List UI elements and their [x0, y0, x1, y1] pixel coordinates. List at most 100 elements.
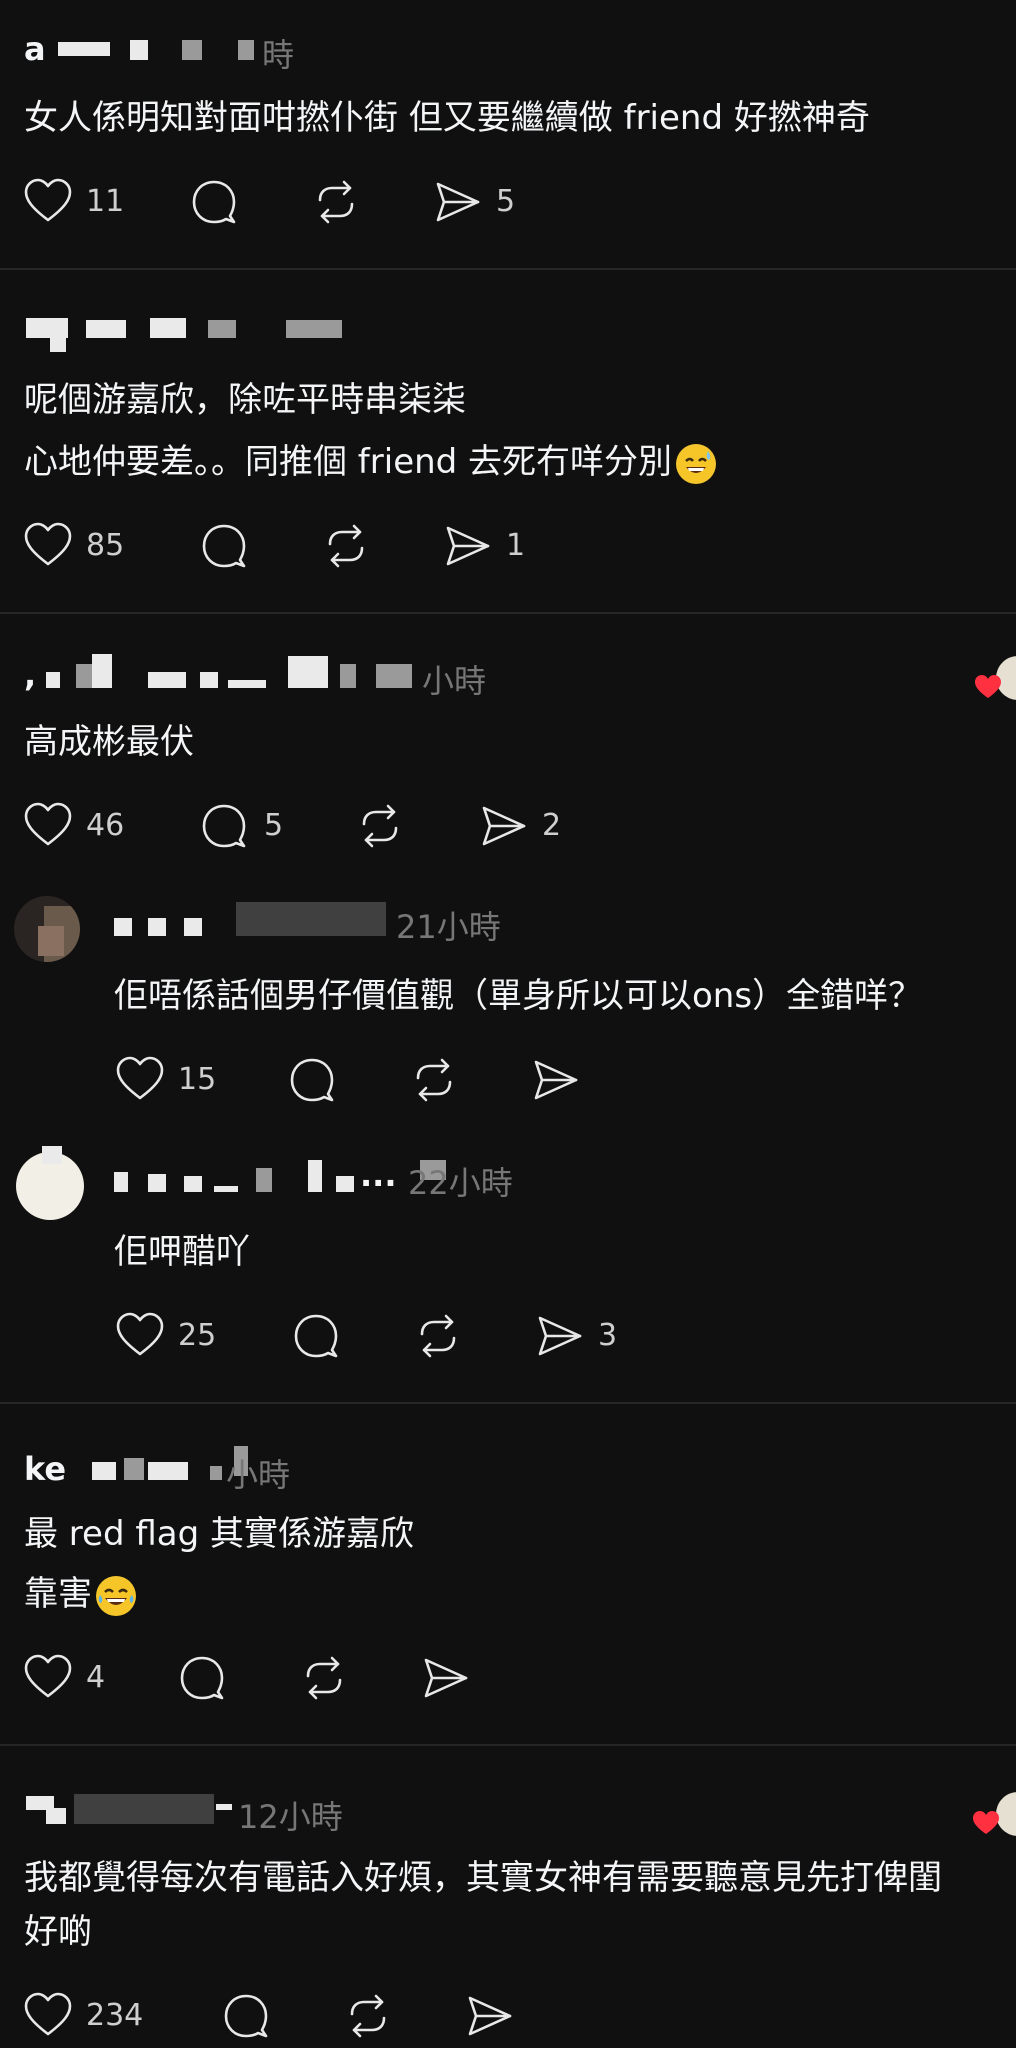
- heart-badge-icon: [975, 675, 1001, 698]
- share-icon[interactable]: [420, 1652, 472, 1704]
- divider: [0, 268, 1016, 270]
- redacted-username: [336, 1176, 354, 1192]
- redacted-username: [182, 40, 202, 60]
- comment-icon[interactable]: [290, 1310, 342, 1362]
- redacted-username: [216, 1804, 232, 1810]
- reply-count: 5: [264, 808, 284, 843]
- timestamp: 21小時: [396, 908, 501, 946]
- divider: [0, 1402, 1016, 1404]
- repost-icon[interactable]: [298, 1652, 350, 1704]
- redacted-username: [92, 654, 112, 688]
- post-text: 靠害: [24, 1564, 136, 1624]
- redacted-username: [58, 42, 110, 56]
- share-icon[interactable]: [464, 1990, 516, 2042]
- username[interactable]: ,: [24, 656, 36, 694]
- redacted-username: [184, 918, 202, 936]
- redacted-username: [124, 1458, 144, 1480]
- sweat-smile-emoji: [676, 443, 717, 484]
- redacted-username: [288, 656, 328, 688]
- redacted-username: [50, 338, 66, 352]
- redacted-avatar: [42, 1146, 62, 1164]
- redacted-username: [208, 320, 236, 338]
- share-count: 2: [542, 808, 562, 843]
- redacted-username: [184, 1176, 202, 1192]
- like-count: 11: [86, 184, 125, 219]
- post-text-line: 靠害: [24, 1574, 92, 1614]
- username[interactable]: ...: [360, 1156, 396, 1194]
- heart-icon[interactable]: [22, 1652, 74, 1704]
- timestamp: 22小時: [408, 1164, 513, 1202]
- heart-icon[interactable]: [22, 176, 74, 228]
- redacted-username: [308, 1160, 322, 1192]
- post-text: 我都覺得每次有電話入好煩，其實女神有需要聽意見先打俾閨: [24, 1858, 942, 1898]
- redacted-username: [256, 1168, 272, 1192]
- share-icon[interactable]: [534, 1310, 586, 1362]
- post-text: 佢呷醋吖: [114, 1232, 250, 1272]
- heart-icon[interactable]: [114, 1054, 166, 1106]
- username[interactable]: ke: [24, 1450, 66, 1488]
- redacted-username: [150, 318, 186, 338]
- post-text: 最 red flag 其實係游嘉欣: [24, 1514, 414, 1554]
- post-text: 呢個游嘉欣，除咗平時串柒柒: [24, 380, 466, 420]
- avatar[interactable]: [14, 896, 80, 962]
- like-count: 25: [178, 1318, 217, 1353]
- heart-icon[interactable]: [114, 1310, 166, 1362]
- redacted-username: [148, 1174, 166, 1192]
- redacted-username: [76, 664, 92, 688]
- repost-icon[interactable]: [354, 800, 406, 852]
- heart-icon[interactable]: [22, 800, 74, 852]
- redacted-username: [92, 1462, 116, 1480]
- comment-icon[interactable]: [198, 520, 250, 572]
- like-count: 4: [86, 1660, 106, 1695]
- post-text: 心地仲要差。。同推個 friend 去死冇咩分別: [24, 432, 717, 492]
- redacted-username: [214, 1186, 238, 1192]
- redacted-username: [340, 664, 356, 688]
- redacted-username: [376, 664, 412, 688]
- heart-icon[interactable]: [22, 520, 74, 572]
- repost-icon[interactable]: [342, 1990, 394, 2042]
- like-count: 234: [86, 1998, 144, 2033]
- like-count: 85: [86, 528, 125, 563]
- comment-icon[interactable]: [188, 176, 240, 228]
- share-count: 1: [506, 528, 526, 563]
- heart-icon[interactable]: [22, 1990, 74, 2042]
- redacted-username: [148, 1462, 188, 1480]
- redacted-username: [46, 1808, 66, 1824]
- redacted-username: [200, 672, 218, 688]
- divider: [0, 612, 1016, 614]
- share-icon[interactable]: [478, 800, 530, 852]
- redacted-username: [74, 1794, 214, 1824]
- heart-badge-icon: [973, 1811, 999, 1834]
- username[interactable]: a: [24, 30, 46, 68]
- timestamp: 小時: [422, 662, 487, 700]
- redacted-username: [130, 40, 148, 60]
- redacted-username: [148, 918, 166, 936]
- redacted-username: [114, 1172, 128, 1192]
- redacted-username: [26, 318, 68, 338]
- redacted-username: [238, 40, 254, 60]
- repost-icon[interactable]: [412, 1310, 464, 1362]
- timestamp: 12小時: [238, 1798, 343, 1836]
- repost-icon[interactable]: [320, 520, 372, 572]
- comment-icon[interactable]: [286, 1054, 338, 1106]
- post-text: 女人係明知對面咁撚仆街 但又要繼續做 friend 好撚神奇: [24, 98, 870, 138]
- redacted-username: [114, 918, 132, 936]
- comment-icon[interactable]: [220, 1990, 272, 2042]
- comment-icon[interactable]: [176, 1652, 228, 1704]
- post-text: 好啲: [24, 1912, 92, 1952]
- post-text-line: 心地仲要差。。同推個 friend 去死冇咩分別: [24, 442, 673, 482]
- redacted-username: [210, 1466, 222, 1480]
- share-icon[interactable]: [442, 520, 494, 572]
- like-count: 46: [86, 808, 125, 843]
- divider: [0, 1744, 1016, 1746]
- redacted-username: [236, 902, 386, 936]
- comment-icon[interactable]: [198, 800, 250, 852]
- repost-icon[interactable]: [310, 176, 362, 228]
- repost-icon[interactable]: [408, 1054, 460, 1106]
- redacted-username: [86, 320, 126, 338]
- share-icon[interactable]: [432, 176, 484, 228]
- post-text: 佢唔係話個男仔價值觀（單身所以可以ons）全錯咩？: [114, 976, 923, 1016]
- share-count: 5: [496, 184, 516, 219]
- share-icon[interactable]: [530, 1054, 582, 1106]
- redacted-username: [148, 672, 186, 688]
